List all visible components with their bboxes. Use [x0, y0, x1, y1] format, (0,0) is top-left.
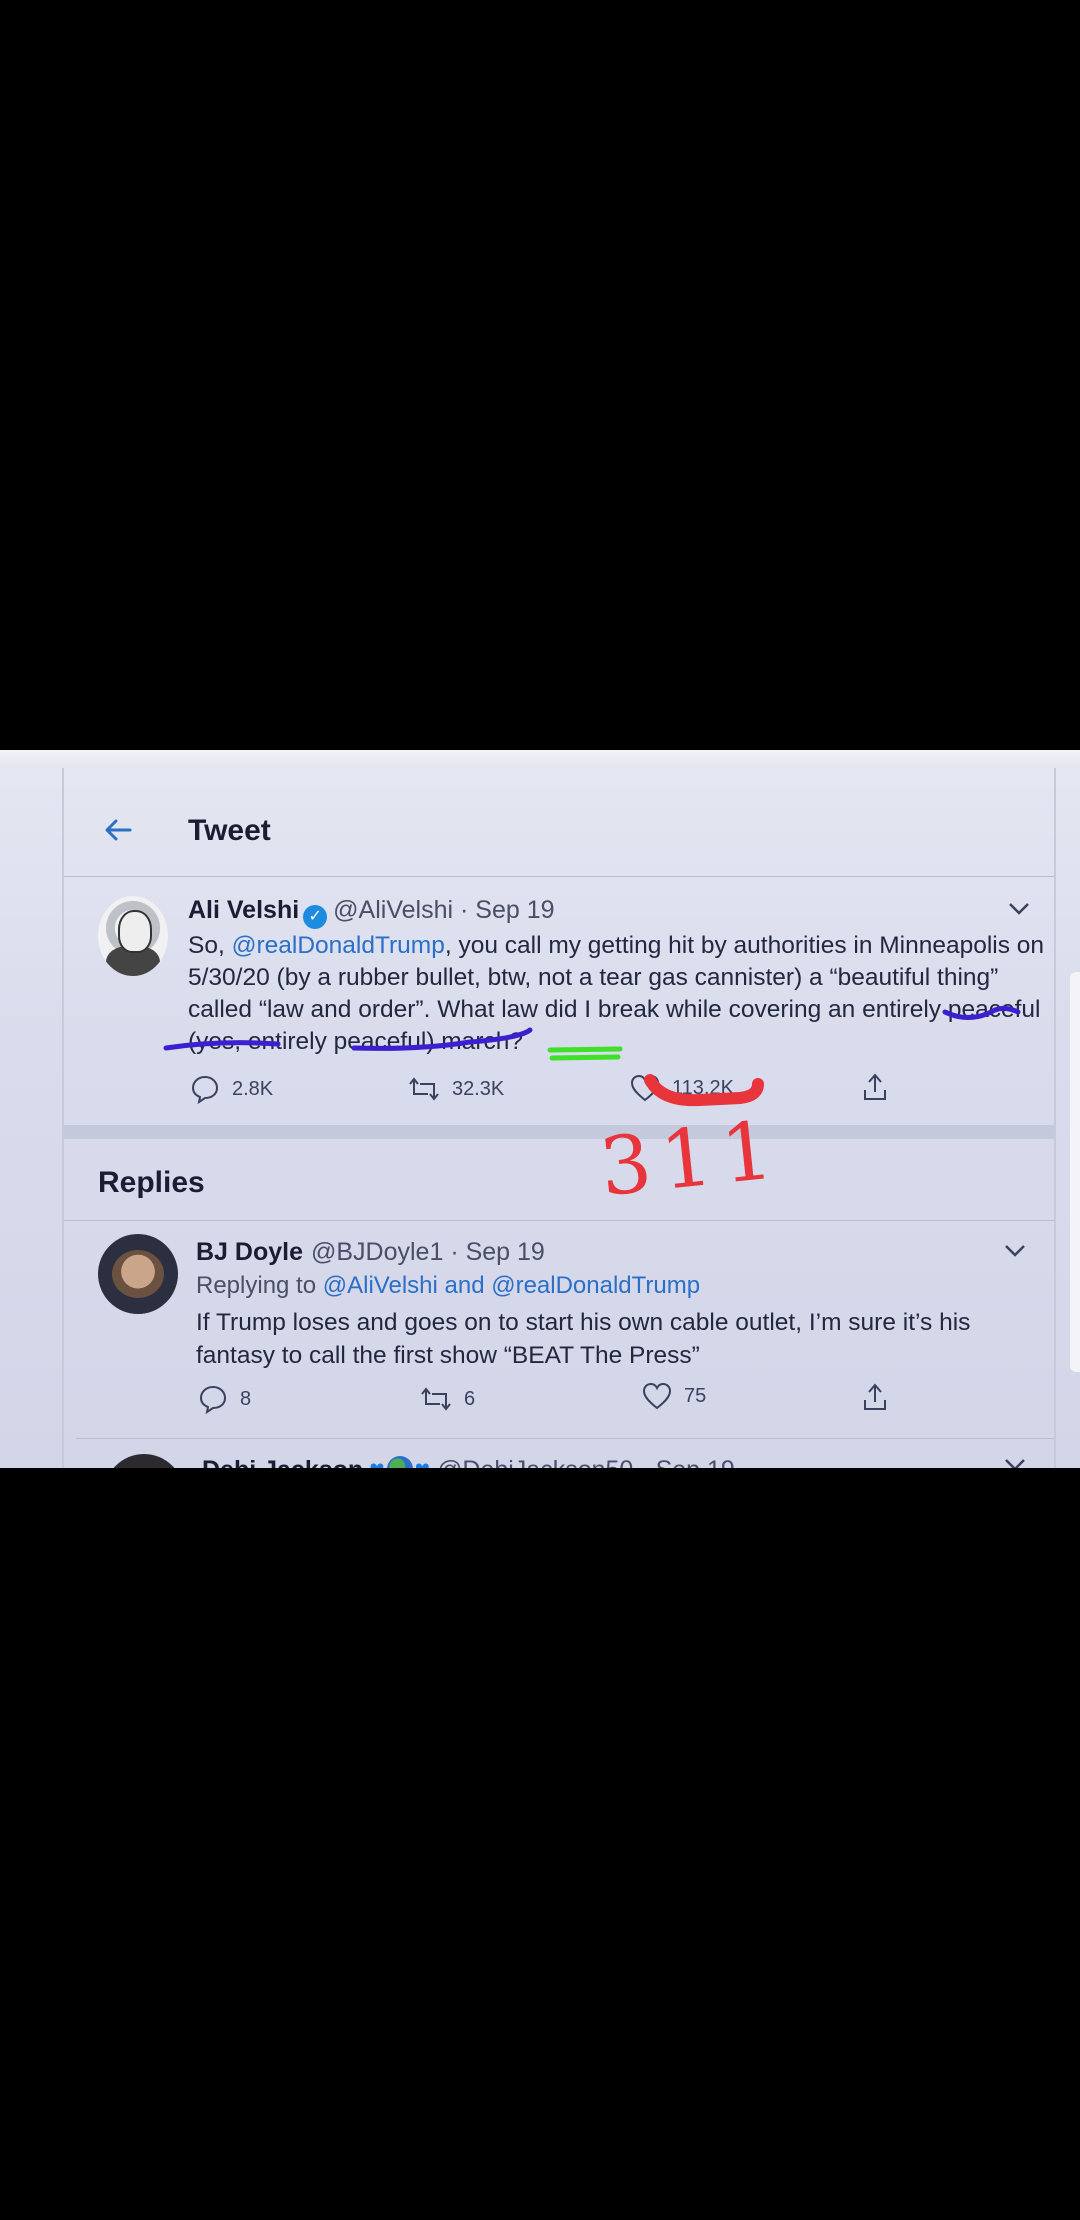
retweet-count: 6: [464, 1387, 476, 1410]
tweet-text: So, @realDonaldTrump, you call my gettin…: [188, 930, 1048, 1058]
chevron-down-icon[interactable]: [1004, 1458, 1026, 1468]
tweet-text-start: So,: [188, 932, 232, 959]
blue-heart-emoji: ♥: [415, 1454, 430, 1468]
page-title: Tweet: [188, 814, 271, 847]
reply-text: If Trump loses and goes on to start his …: [196, 1309, 971, 1369]
reply-date[interactable]: · Sep 19: [640, 1456, 735, 1468]
retweet-icon: [421, 1387, 451, 1411]
back-arrow-icon[interactable]: [100, 812, 136, 848]
reply-button[interactable]: 2.8K: [190, 1074, 273, 1104]
like-button[interactable]: 75: [642, 1382, 706, 1410]
replying-to-mentions[interactable]: @AliVelshi and @realDonaldTrump: [323, 1272, 700, 1299]
mention-link[interactable]: @realDonaldTrump: [232, 932, 445, 959]
globe-emoji: [386, 1456, 413, 1468]
reply-author-line: Debi Jackson ♥ ♥ @DebiJackson50 · Sep 19: [202, 1454, 735, 1468]
comment-icon: [191, 1075, 219, 1104]
header-divider: [64, 876, 1054, 877]
heart-icon: [642, 1382, 672, 1410]
avatar-photo: [112, 1250, 164, 1298]
avatar[interactable]: [98, 896, 168, 976]
verified-badge-icon: ✓: [303, 905, 328, 929]
timeline-column: Tweet Ali Velshi ✓ @AliVelshi · Sep 19 So,…: [62, 768, 1056, 1468]
reply-divider: [76, 1438, 1054, 1439]
heart-icon: [630, 1074, 660, 1102]
share-icon[interactable]: [861, 1382, 889, 1412]
share-icon[interactable]: [861, 1072, 889, 1102]
author-handle[interactable]: @DebiJackson50: [437, 1456, 633, 1468]
author-name[interactable]: Ali Velshi: [188, 896, 299, 924]
reply-count: 2.8K: [232, 1077, 274, 1100]
like-count: 75: [684, 1384, 707, 1407]
like-button[interactable]: 113.2K: [630, 1074, 734, 1102]
like-count: 113.2K: [672, 1076, 734, 1099]
black-bar-bottom: [0, 1468, 1080, 2220]
tweet-author-line: Ali Velshi ✓ @AliVelshi · Sep 19: [188, 896, 555, 929]
screen-edge: [1070, 972, 1080, 1372]
black-bar-top: [0, 0, 1080, 750]
comment-icon: [199, 1385, 227, 1414]
retweet-button[interactable]: 6: [420, 1384, 475, 1414]
author-name[interactable]: BJ Doyle: [196, 1238, 303, 1266]
reply-author-line: BJ Doyle @BJDoyle1 · Sep 19: [196, 1238, 545, 1267]
avatar[interactable]: [104, 1454, 184, 1468]
twitter-screen-photo: Tweet Ali Velshi ✓ @AliVelshi · Sep 19 So,…: [0, 750, 1080, 1468]
reply-count: 8: [240, 1387, 252, 1410]
blue-heart-emoji: ♥: [369, 1454, 384, 1468]
retweet-icon: [409, 1077, 439, 1101]
replying-to-label: Replying to: [196, 1272, 323, 1299]
replying-to-line: Replying to @AliVelshi and @realDonaldTr…: [196, 1272, 700, 1300]
chevron-down-icon[interactable]: [1004, 1244, 1026, 1258]
chevron-down-icon[interactable]: [1008, 902, 1030, 916]
section-separator: [64, 1125, 1054, 1139]
retweet-count: 32.3K: [452, 1077, 505, 1100]
avatar[interactable]: [98, 1234, 178, 1314]
reply-button[interactable]: 8: [198, 1384, 251, 1414]
author-handle[interactable]: @AliVelshi: [333, 896, 453, 924]
avatar-face: [117, 910, 153, 953]
handwritten-number: 311: [595, 1102, 788, 1215]
author-handle[interactable]: @BJDoyle1: [311, 1238, 443, 1266]
retweet-button[interactable]: 32.3K: [408, 1074, 504, 1104]
author-name[interactable]: Debi Jackson: [202, 1456, 363, 1468]
replies-heading: Replies: [98, 1166, 205, 1199]
replies-divider: [64, 1220, 1054, 1221]
reply-date[interactable]: · Sep 19: [450, 1238, 545, 1266]
tweet-date[interactable]: · Sep 19: [460, 896, 555, 924]
